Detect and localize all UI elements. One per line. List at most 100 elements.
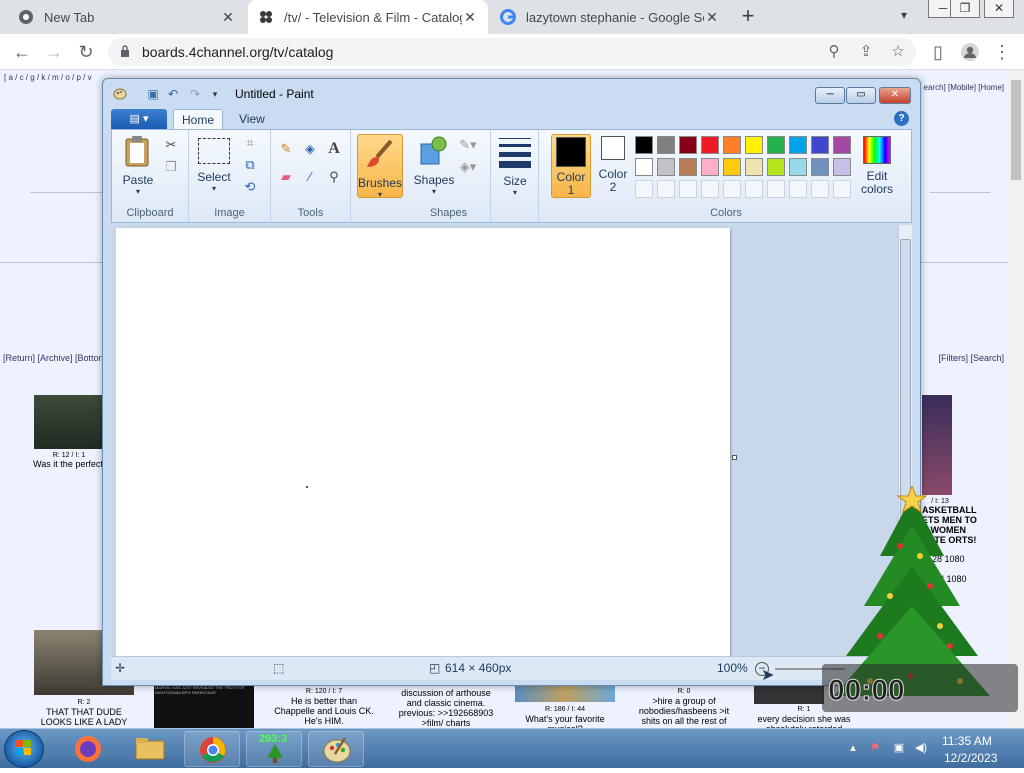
restore-button[interactable]: ❐ <box>950 0 980 18</box>
address-bar[interactable]: boards.4channel.org/tv/catalog ⚲ ⇪ ☆ <box>108 38 916 66</box>
palette-swatch[interactable] <box>635 158 653 176</box>
palette-empty-slot[interactable] <box>635 180 653 198</box>
palette-swatch[interactable] <box>679 136 697 154</box>
palette-swatch[interactable] <box>723 158 741 176</box>
paint-minimize-button[interactable]: ─ <box>815 87 845 104</box>
clock-time[interactable]: 11:35 AM <box>942 734 992 748</box>
size-button[interactable]: Size ▾ <box>497 134 533 197</box>
profile-avatar-icon[interactable] <box>958 40 982 64</box>
shapes-button[interactable]: Shapes ▾ <box>413 134 455 196</box>
new-tab-button[interactable]: + <box>736 5 760 29</box>
crop-icon[interactable]: ⌗ <box>241 134 259 152</box>
close-tab-icon[interactable]: ✕ <box>462 9 478 26</box>
palette-empty-slot[interactable] <box>723 180 741 198</box>
customize-quick-access-icon[interactable]: ▾ <box>207 87 223 101</box>
cut-icon[interactable]: ✂ <box>162 136 180 154</box>
paint-title-bar[interactable]: ▣ ↶ ↷ ▾ Untitled - Paint ─ ▭ ✕ <box>103 79 920 107</box>
color1-button[interactable]: Color 1 <box>551 134 591 198</box>
text-tool-icon[interactable]: A <box>325 140 343 158</box>
palette-swatch[interactable] <box>745 136 763 154</box>
brushes-button[interactable]: Brushes ▾ <box>357 134 403 199</box>
scrollbar-thumb[interactable] <box>1011 80 1021 180</box>
palette-empty-slot[interactable] <box>701 180 719 198</box>
edit-colors-button[interactable]: Edit colors <box>857 134 897 196</box>
drawing-canvas[interactable] <box>116 228 730 656</box>
palette-swatch[interactable] <box>789 158 807 176</box>
tab-tv-catalog[interactable]: /tv/ - Television & Film - Catalog ✕ <box>248 0 488 34</box>
redo-icon[interactable]: ↷ <box>187 87 203 101</box>
thread-thumbnail[interactable]: MARVEL HAS JUST REVEALED THE TRUTH OF NI… <box>154 684 254 728</box>
start-button[interactable] <box>4 730 44 768</box>
palette-swatch[interactable] <box>635 136 653 154</box>
palette-swatch[interactable] <box>811 158 829 176</box>
eraser-icon[interactable]: ▰ <box>277 168 295 186</box>
thread-thumbnail[interactable] <box>34 395 104 449</box>
close-tab-icon[interactable]: ✕ <box>704 9 720 26</box>
color2-button[interactable]: Color 2 <box>597 134 629 194</box>
color-picker-icon[interactable]: ⁄ <box>301 168 319 186</box>
tab-view[interactable]: View <box>231 109 273 129</box>
canvas-resize-handle[interactable] <box>732 455 737 460</box>
copy-icon[interactable]: ❐ <box>162 158 180 176</box>
palette-empty-slot[interactable] <box>811 180 829 198</box>
save-icon[interactable]: ▣ <box>145 87 161 101</box>
outline-icon[interactable]: ✎▾ <box>459 136 477 154</box>
action-center-flag-icon[interactable]: ⚑ <box>868 741 882 755</box>
tab-google-search[interactable]: lazytown stephanie - Google Search ✕ <box>490 0 730 34</box>
palette-swatch[interactable] <box>657 136 675 154</box>
catalog-filter-links[interactable]: [Filters] [Search] <box>938 353 1004 363</box>
palette-swatch[interactable] <box>833 158 851 176</box>
taskbar-file-explorer[interactable] <box>122 731 178 767</box>
taskbar-firefox[interactable] <box>60 731 116 767</box>
reload-icon[interactable]: ↻ <box>74 40 98 64</box>
forward-icon[interactable]: → <box>42 40 66 64</box>
taskbar-chrome[interactable] <box>184 731 240 767</box>
palette-swatch[interactable] <box>745 158 763 176</box>
thread-thumbnail[interactable] <box>922 395 952 495</box>
palette-empty-slot[interactable] <box>833 180 851 198</box>
palette-swatch[interactable] <box>833 136 851 154</box>
back-icon[interactable]: ← <box>10 40 34 64</box>
pencil-icon[interactable]: ✎ <box>277 140 295 158</box>
close-tab-icon[interactable]: ✕ <box>220 9 236 26</box>
rotate-icon[interactable]: ⟲ <box>241 178 259 196</box>
volume-icon[interactable]: ◀) <box>914 741 928 755</box>
select-button[interactable]: Select ▾ <box>193 134 235 193</box>
palette-swatch[interactable] <box>701 158 719 176</box>
bookmark-star-icon[interactable]: ☆ <box>888 42 908 62</box>
side-panel-icon[interactable]: ▯ <box>926 40 950 64</box>
magnifier-icon[interactable]: ⚲ <box>325 168 343 186</box>
resize-icon[interactable]: ⧉ <box>241 156 259 174</box>
palette-empty-slot[interactable] <box>657 180 675 198</box>
palette-empty-slot[interactable] <box>767 180 785 198</box>
palette-swatch[interactable] <box>701 136 719 154</box>
network-icon[interactable]: ▣ <box>892 741 906 755</box>
paint-close-button[interactable]: ✕ <box>879 87 911 104</box>
palette-swatch[interactable] <box>767 136 785 154</box>
thread-thumbnail[interactable] <box>515 684 615 702</box>
menu-kebab-icon[interactable]: ⋮ <box>990 40 1014 64</box>
palette-swatch[interactable] <box>789 136 807 154</box>
show-hidden-icons-icon[interactable]: ▴ <box>846 741 860 755</box>
close-button[interactable]: ✕ <box>984 0 1014 18</box>
chevron-down-icon[interactable]: ▾ <box>894 8 914 26</box>
palette-empty-slot[interactable] <box>745 180 763 198</box>
palette-empty-slot[interactable] <box>789 180 807 198</box>
fill-bucket-icon[interactable]: ◈ <box>301 140 319 158</box>
thread-thumbnail[interactable] <box>754 684 824 704</box>
share-icon[interactable]: ⇪ <box>856 42 876 62</box>
taskbar-paint[interactable] <box>308 731 364 767</box>
palette-swatch[interactable] <box>767 158 785 176</box>
clock-date[interactable]: 12/2/2023 <box>944 751 997 765</box>
board-list[interactable]: [ a / c / g / k / m / o / p / v <box>4 73 92 82</box>
taskbar-xmas-tree-app[interactable]: 293:3 <box>246 731 302 767</box>
paint-maximize-button[interactable]: ▭ <box>846 87 876 104</box>
palette-swatch[interactable] <box>657 158 675 176</box>
palette-swatch[interactable] <box>723 136 741 154</box>
christmas-tree-widget[interactable]: 00:00 <box>820 486 1020 716</box>
palette-swatch[interactable] <box>811 136 829 154</box>
palette-swatch[interactable] <box>679 158 697 176</box>
paste-button[interactable]: Paste ▾ <box>118 134 158 196</box>
fill-icon[interactable]: ◈▾ <box>459 158 477 176</box>
paint-file-menu-button[interactable]: ▤ ▾ <box>111 109 167 129</box>
